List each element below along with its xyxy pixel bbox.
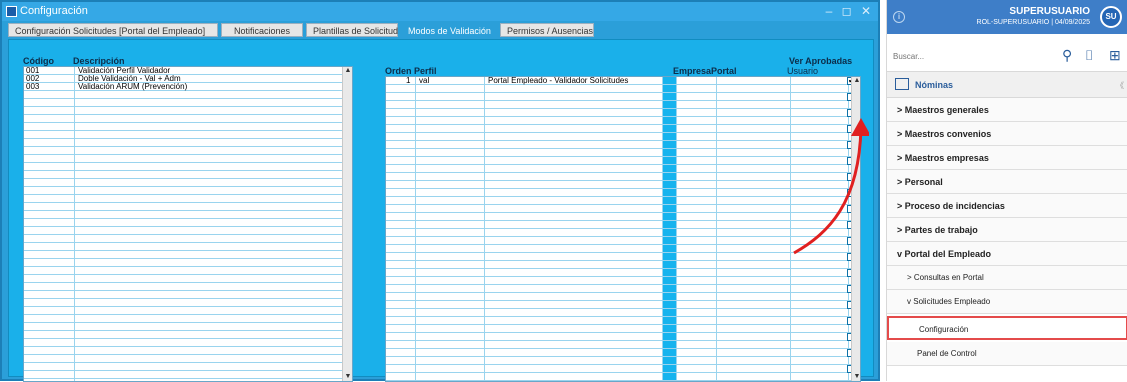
- user-role: ROL-SUPERUSUARIO | 04/09/2025: [976, 19, 1090, 26]
- menu-proceso-incidencias[interactable]: > Proceso de incidencias: [887, 194, 1127, 218]
- tab-notificaciones[interactable]: Notificaciones: [221, 23, 303, 37]
- scroll-up-icon[interactable]: ▲: [853, 77, 860, 85]
- scroll-down-icon[interactable]: ▼: [853, 373, 860, 381]
- cell-profile[interactable]: val: [419, 77, 429, 85]
- header-orden: Orden: [385, 66, 412, 76]
- module-nominas[interactable]: Nóminas 《: [887, 72, 1127, 98]
- left-table-scrollbar[interactable]: ▲ ▼: [342, 67, 352, 381]
- cell-description[interactable]: Validación ARUM (Prevención): [78, 83, 187, 91]
- annotation-arrow: [793, 118, 869, 255]
- tab-configuracion-solicitudes[interactable]: Configuración Solicitudes [Portal del Em…: [8, 23, 218, 37]
- cell-order[interactable]: 1: [406, 77, 410, 85]
- header-codigo: Código: [23, 56, 54, 66]
- configuracion-window: Configuración – ◻ ✕ Configuración Solici…: [0, 0, 880, 382]
- menu-configuracion[interactable]: Configuración: [887, 316, 1127, 340]
- header-empresa: Empresa: [673, 66, 712, 76]
- tab-permisos-ausencias[interactable]: Permisos / Ausencias: [500, 23, 594, 37]
- menu-partes-trabajo[interactable]: > Partes de trabajo: [887, 218, 1127, 242]
- validation-modes-panel: Código Descripción 001 Validación Perfil…: [8, 39, 874, 382]
- menu-personal[interactable]: > Personal: [887, 170, 1127, 194]
- menu-portal-empleado[interactable]: v Portal del Empleado: [887, 242, 1127, 266]
- window-controls[interactable]: – ◻ ✕: [826, 2, 874, 21]
- header-perfil: Perfil: [414, 66, 437, 76]
- tab-modos-validacion[interactable]: Modos de Validación: [401, 23, 497, 37]
- search-icon[interactable]: ⚲: [1062, 47, 1072, 64]
- menu-solicitudes-empleado[interactable]: v Solicitudes Empleado: [887, 290, 1127, 314]
- header-descripcion: Descripción: [73, 56, 125, 66]
- grid-icon[interactable]: ⊞: [1109, 47, 1121, 64]
- payroll-icon: [895, 78, 909, 90]
- user-name: SUPERUSUARIO: [1009, 6, 1090, 17]
- cell-code[interactable]: 003: [26, 83, 39, 91]
- tab-plantillas-solicitud[interactable]: Plantillas de Solicitud: [306, 23, 398, 37]
- menu-maestros-generales[interactable]: > Maestros generales: [887, 98, 1127, 122]
- collapse-icon[interactable]: 《: [1116, 80, 1124, 91]
- menu-panel-control[interactable]: Panel de Control: [887, 342, 1127, 366]
- avatar[interactable]: SU: [1100, 6, 1122, 28]
- window-titlebar[interactable]: Configuración – ◻ ✕: [2, 2, 878, 21]
- tab-bar: Configuración Solicitudes [Portal del Em…: [8, 23, 594, 37]
- header-ver-aprobadas: Ver Aprobadas: [789, 56, 853, 66]
- window-title: Configuración: [20, 5, 88, 17]
- header-usuario: Usuario: [787, 66, 819, 76]
- menu-consultas-portal[interactable]: > Consultas en Portal: [887, 266, 1127, 290]
- bookmark-icon[interactable]: ⌷: [1085, 47, 1093, 64]
- search-row: ⚲ ⌷ ⊞: [887, 40, 1127, 72]
- module-label: Nóminas: [915, 80, 954, 90]
- info-icon[interactable]: i: [893, 11, 905, 23]
- sidebar-panel: i SUPERUSUARIO ROL-SUPERUSUARIO | 04/09/…: [886, 0, 1127, 381]
- header-portal: Portal: [711, 66, 737, 76]
- menu-maestros-convenios[interactable]: > Maestros convenios: [887, 122, 1127, 146]
- scroll-up-icon[interactable]: ▲: [344, 67, 352, 75]
- scroll-down-icon[interactable]: ▼: [344, 373, 352, 381]
- app-icon: [6, 6, 17, 17]
- search-input[interactable]: [893, 48, 1043, 64]
- sidebar-header: i SUPERUSUARIO ROL-SUPERUSUARIO | 04/09/…: [887, 0, 1127, 34]
- menu-maestros-empresas[interactable]: > Maestros empresas: [887, 146, 1127, 170]
- validation-modes-table[interactable]: 001 Validación Perfil Validador 002 Dobl…: [23, 66, 353, 382]
- cell-profile-description[interactable]: Portal Empleado - Validador Solicitudes: [488, 77, 628, 85]
